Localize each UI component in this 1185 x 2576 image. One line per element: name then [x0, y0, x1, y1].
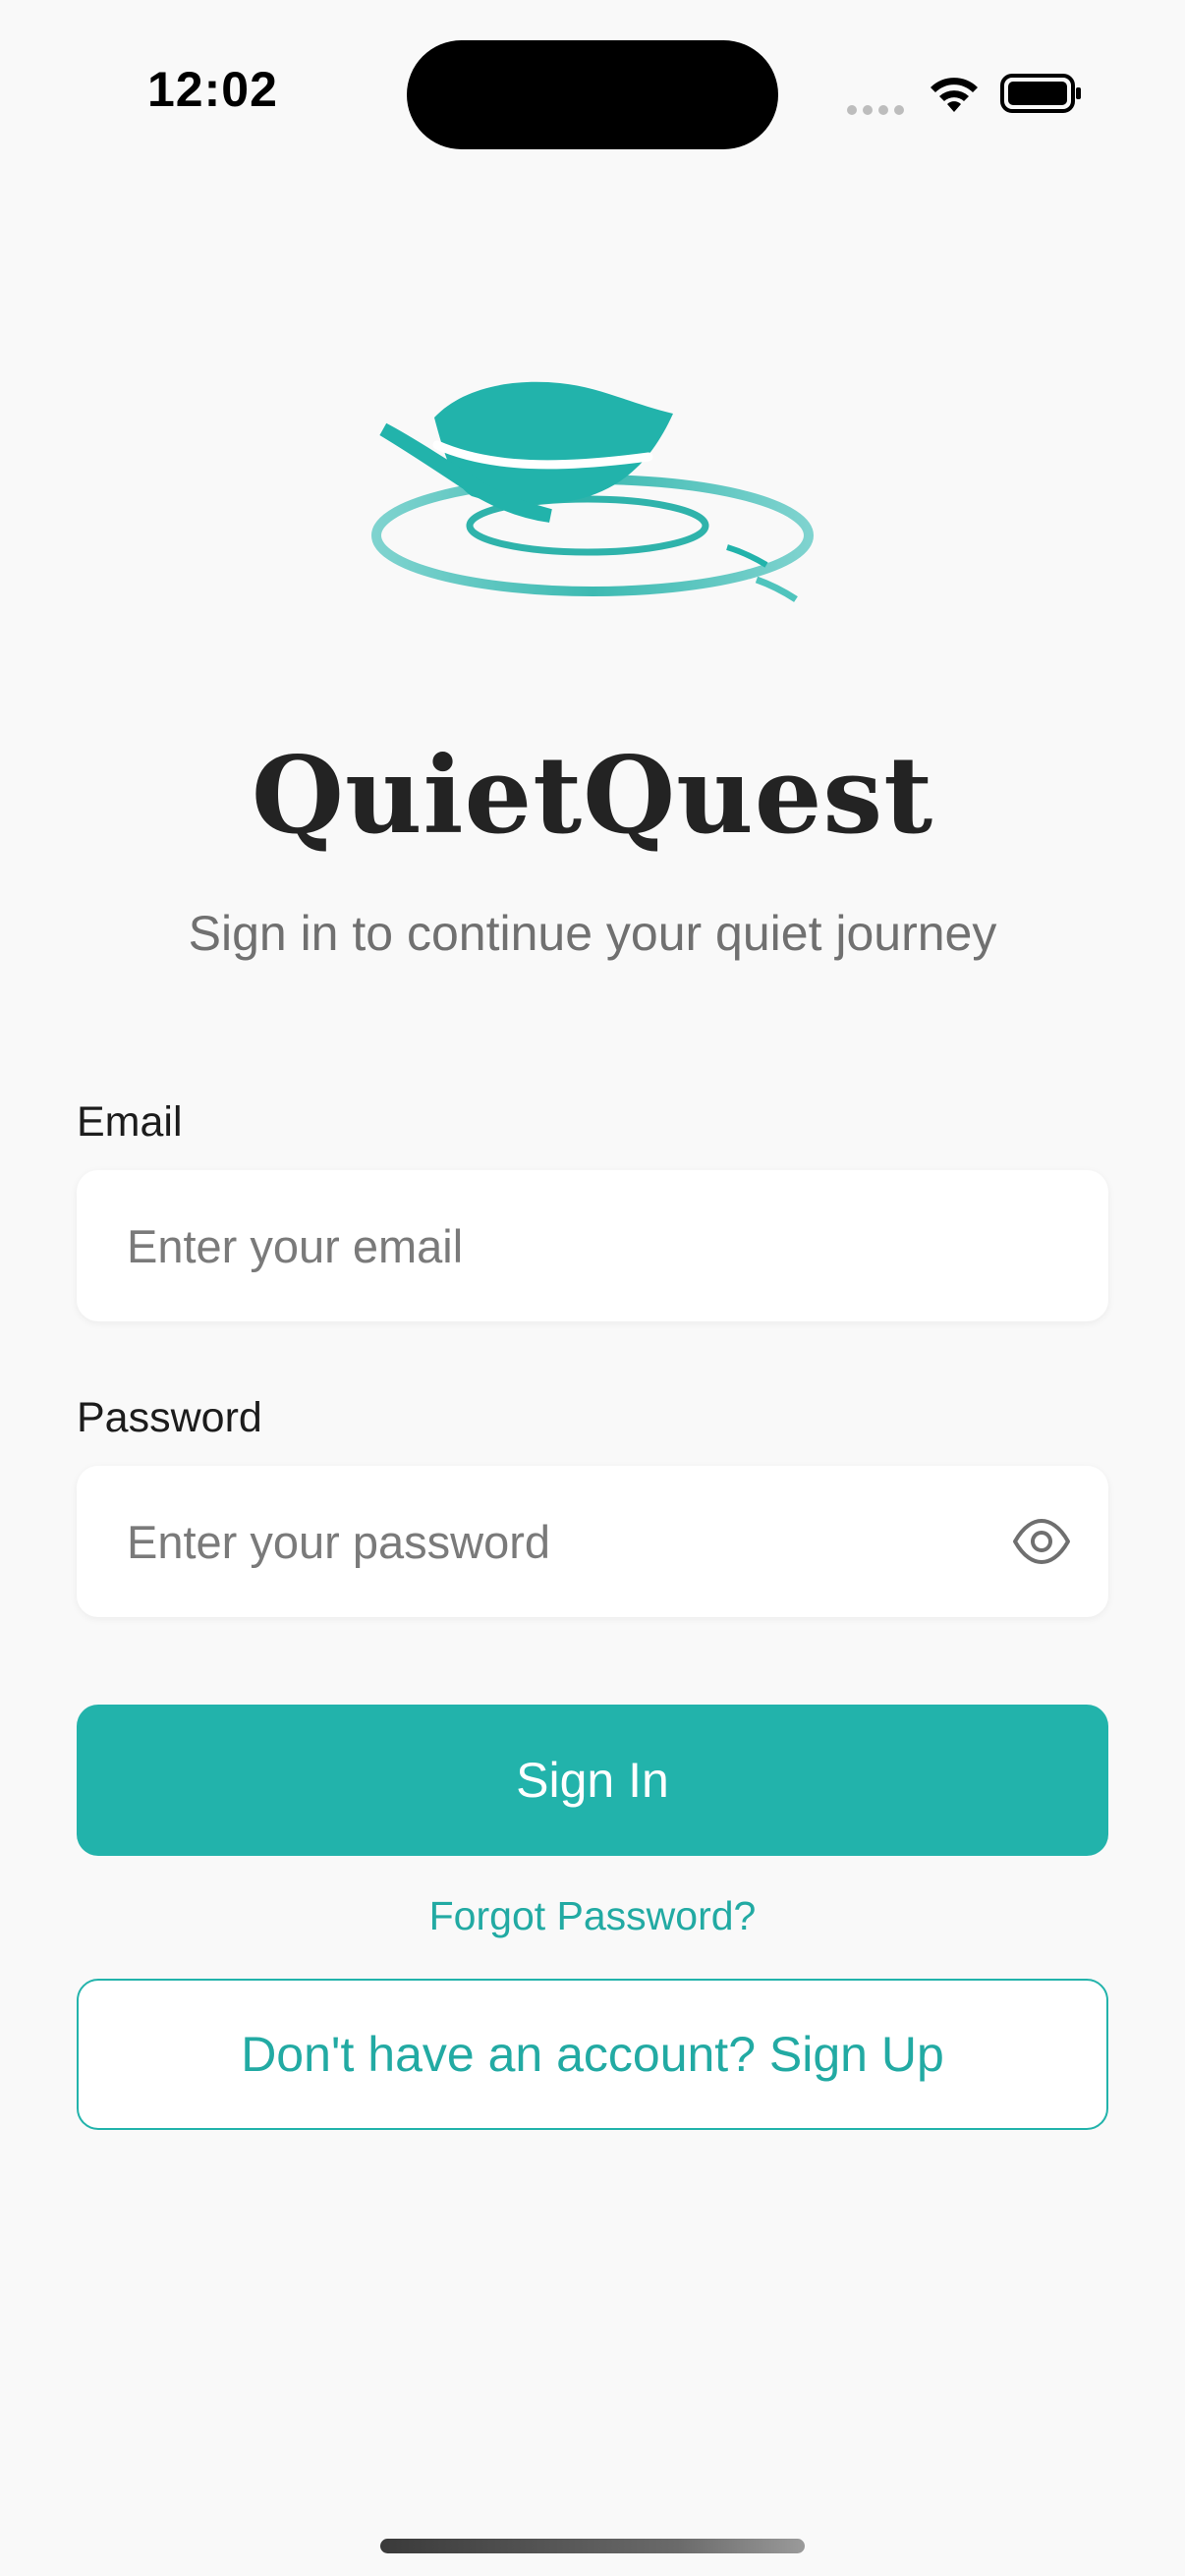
cellular-signal-icon — [847, 105, 904, 115]
sign-in-button[interactable]: Sign In — [77, 1705, 1108, 1856]
battery-icon — [1000, 74, 1081, 113]
status-icons — [847, 69, 1083, 124]
password-label: Password — [77, 1394, 262, 1441]
status-time: 12:02 — [147, 62, 278, 117]
home-indicator[interactable] — [380, 2539, 805, 2553]
email-field-container — [77, 1170, 1108, 1321]
sign-up-button[interactable]: Don't have an account? Sign Up — [77, 1979, 1108, 2130]
dynamic-island — [407, 40, 778, 149]
leaf-ripple-logo — [371, 381, 814, 602]
app-title: QuietQuest — [251, 734, 934, 858]
password-input[interactable] — [127, 1466, 1011, 1617]
email-label: Email — [77, 1098, 183, 1146]
wifi-icon — [931, 78, 978, 112]
password-field-container — [77, 1466, 1108, 1617]
email-input[interactable] — [127, 1170, 1011, 1321]
subtitle: Sign in to continue your quiet journey — [188, 906, 997, 961]
eye-icon[interactable] — [1012, 1515, 1071, 1568]
forgot-password-link[interactable]: Forgot Password? — [0, 1891, 1185, 1940]
